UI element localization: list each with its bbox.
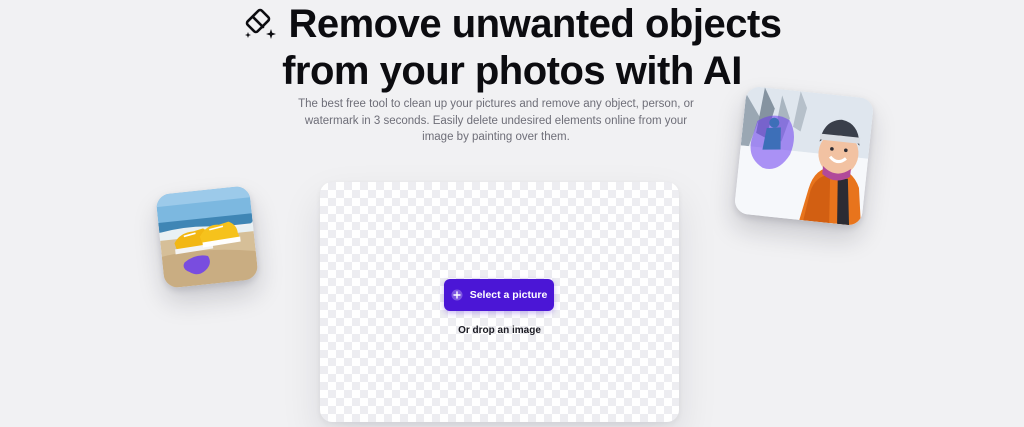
- example-photo-snow-hiker: [733, 85, 875, 227]
- select-picture-label: Select a picture: [469, 289, 548, 301]
- hero-subtitle: The best free tool to clean up your pict…: [298, 98, 694, 143]
- select-picture-button[interactable]: Select a picture: [444, 279, 554, 311]
- image-drop-zone[interactable]: Select a picture Or drop an image: [320, 182, 679, 422]
- hero-title: Remove unwanted objects from your photos…: [0, 0, 1024, 93]
- drop-image-hint: Or drop an image: [458, 325, 541, 336]
- plus-circle-icon: [451, 289, 463, 301]
- hero-title-text-1: Remove unwanted objects: [288, 2, 782, 46]
- hero-title-line-1: Remove unwanted objects: [0, 2, 1024, 46]
- hero-title-line-2: from your photos with AI: [282, 49, 742, 93]
- example-photo-sneakers: [155, 185, 259, 289]
- eraser-sparkle-icon: [242, 5, 278, 41]
